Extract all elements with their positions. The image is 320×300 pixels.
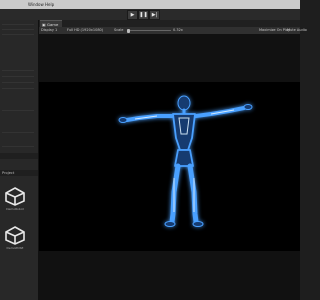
scale-value: 0.32x [173,28,183,32]
robot-right-hand [243,104,253,110]
step-button[interactable]: ▶| [149,10,160,20]
scale-slider[interactable] [127,30,171,31]
menu-bar: Window Help [0,0,300,9]
divider [2,76,34,77]
menu-item-help[interactable]: Help [45,0,54,9]
left-panel: Project DemoRobot DemoPOSE [0,20,39,300]
robot-figure [118,95,253,227]
divider [2,146,34,147]
pause-button[interactable]: ❚❚ [138,10,149,20]
robot-right-leg [187,163,199,225]
play-button[interactable]: ▶ [127,10,138,20]
display-dropdown[interactable]: Display 1 [41,27,57,34]
unity-logo-icon [5,226,25,245]
mute-audio-toggle[interactable]: Mute Audio [287,27,307,34]
play-icon: ▶ [130,12,135,18]
step-icon: ▶| [151,12,158,18]
divider [2,132,34,133]
robot-left-foot [164,221,176,227]
game-tab-bar [39,20,300,27]
asset-item[interactable]: DemoPOSE [2,225,28,251]
scale-slider-handle[interactable] [127,28,130,33]
asset-item[interactable]: DemoRobot [2,186,28,212]
menu-item-window[interactable]: Window [28,0,44,9]
tab-project[interactable]: Project [2,170,14,176]
project-tab-bar: Project [0,170,38,176]
robot-left-leg [169,163,181,225]
divider [2,88,34,89]
game-render[interactable] [39,82,300,251]
robot-head [177,95,191,111]
divider [2,29,34,30]
divider [2,82,34,83]
maximize-on-play-toggle[interactable]: Maximize On Play [259,27,290,34]
robot-torso [172,113,196,151]
unity-logo-icon [5,187,25,206]
robot-left-hand [118,117,128,123]
asset-label: DemoRobot [6,207,24,211]
console-tab-bar [0,153,38,159]
pause-icon: ❚❚ [139,12,148,18]
divider [2,70,34,71]
divider [2,110,34,111]
divider [2,34,34,35]
divider [2,24,34,25]
scale-label: Scale [114,28,124,32]
robot-right-foot [192,221,204,227]
resolution-dropdown[interactable]: Full HD (1920x1080) [67,27,103,34]
asset-label: DemoPOSE [6,246,24,250]
